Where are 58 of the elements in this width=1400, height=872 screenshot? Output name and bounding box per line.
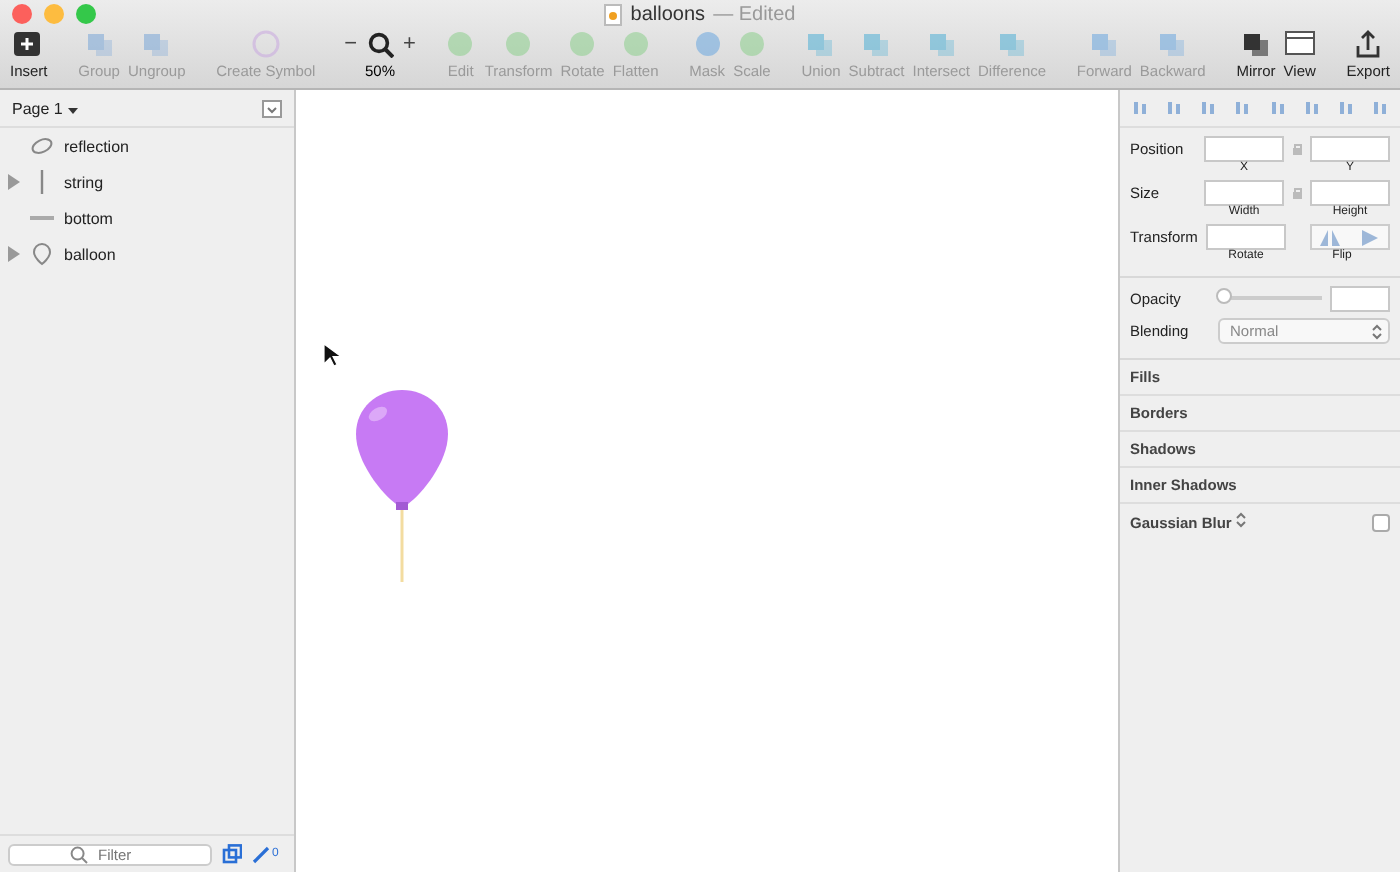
tool-icon: [444, 30, 477, 58]
tool-icon: [1283, 30, 1316, 58]
tool-icon: [12, 30, 45, 58]
layer-icon: [28, 134, 56, 158]
tool-icon: [1088, 30, 1121, 58]
tool-icon: [1240, 30, 1272, 58]
collapse-icon[interactable]: [262, 99, 282, 117]
flip-horizontal-icon[interactable]: [1320, 229, 1340, 245]
minimize-button[interactable]: [44, 4, 64, 24]
lock-icon[interactable]: [1292, 186, 1302, 200]
tool-icon: [996, 30, 1029, 58]
tool-icon: [860, 30, 893, 58]
edited-label: — Edited: [713, 3, 796, 25]
page-selector[interactable]: Page 1: [12, 99, 78, 117]
tool-icon: [691, 30, 724, 58]
zoom-out-button[interactable]: −: [344, 32, 358, 56]
layer-icon: [28, 242, 56, 266]
blur-checkbox[interactable]: [1372, 513, 1390, 531]
tool-icon: [1352, 30, 1385, 58]
stepper-icon: [1372, 323, 1382, 339]
tool-icon: [249, 30, 282, 58]
layer-item[interactable]: bottom: [0, 200, 294, 236]
caret-icon: [67, 107, 78, 113]
pencil-icon[interactable]: [252, 845, 270, 863]
cursor-icon: [322, 342, 340, 368]
tool-icon: [502, 30, 535, 58]
flip-control[interactable]: [1310, 224, 1390, 250]
opacity-field[interactable]: [1330, 286, 1390, 312]
search-icon: [70, 845, 88, 863]
zoom-in-button[interactable]: +: [403, 32, 416, 56]
stepper-icon: [1235, 512, 1246, 528]
disclosure-triangle-icon[interactable]: [8, 246, 20, 262]
number-field[interactable]: [1206, 224, 1286, 250]
lock-icon[interactable]: [1292, 142, 1302, 156]
disclosure-triangle-icon[interactable]: [8, 174, 20, 190]
slider-thumb[interactable]: [1216, 288, 1233, 304]
layer-item[interactable]: balloon: [0, 236, 294, 272]
tool-icon: [566, 30, 599, 58]
tool-icon: [140, 30, 173, 58]
tool-icon: [619, 30, 652, 58]
tool-icon: [1156, 30, 1189, 58]
tool-icon: [83, 30, 116, 58]
number-field[interactable]: [1310, 136, 1390, 162]
tool-icon: [925, 30, 958, 58]
layer-item[interactable]: reflection: [0, 128, 294, 164]
symbols-icon[interactable]: [222, 844, 242, 864]
zoom-button[interactable]: [76, 4, 96, 24]
layer-item[interactable]: string: [0, 164, 294, 200]
tool-icon: [735, 30, 768, 58]
number-field[interactable]: [1204, 136, 1285, 162]
flip-vertical-icon[interactable]: [1360, 229, 1380, 245]
search-icon: [367, 31, 394, 57]
close-button[interactable]: [12, 4, 32, 24]
opacity-slider[interactable]: [1216, 288, 1323, 308]
number-field[interactable]: [1310, 180, 1390, 206]
number-field[interactable]: [1204, 180, 1285, 206]
window-title: balloons: [630, 3, 706, 25]
tool-icon: [804, 30, 837, 58]
